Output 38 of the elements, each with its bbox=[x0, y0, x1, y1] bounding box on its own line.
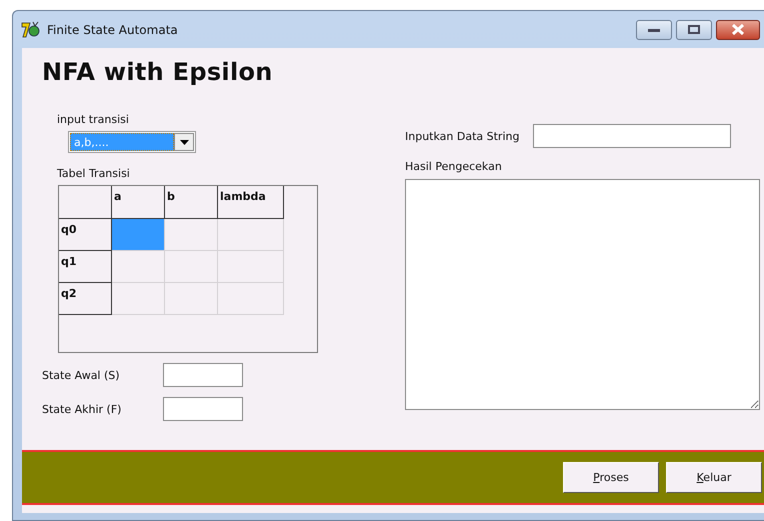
field-label: input transisi bbox=[57, 113, 130, 126]
table-cell[interactable] bbox=[112, 219, 165, 251]
field-label: State Awal (S) bbox=[42, 368, 121, 382]
maximize-button[interactable] bbox=[676, 20, 712, 40]
field-label: State Akhir (F) bbox=[42, 402, 122, 416]
input-field[interactable] bbox=[163, 397, 243, 421]
table-cell[interactable] bbox=[112, 283, 165, 315]
dropdown-value: a,b,.... bbox=[70, 133, 174, 151]
column-header: lambda bbox=[218, 186, 284, 219]
row-header: q1 bbox=[59, 251, 112, 283]
result-text-area[interactable] bbox=[405, 179, 760, 410]
minimize-button[interactable] bbox=[636, 20, 672, 40]
action-button[interactable]: Keluar bbox=[666, 462, 762, 493]
row-header: q0 bbox=[59, 219, 112, 251]
table-cell[interactable] bbox=[165, 283, 218, 315]
table-cell[interactable] bbox=[165, 251, 218, 283]
close-button[interactable] bbox=[716, 20, 760, 40]
input-field[interactable] bbox=[163, 363, 243, 387]
form-heading: NFA with Epsilon bbox=[42, 58, 274, 86]
field-label: Inputkan Data String bbox=[405, 130, 520, 142]
minimize-icon bbox=[648, 26, 660, 32]
app-icon bbox=[21, 20, 41, 38]
corner-header-cell bbox=[59, 186, 112, 219]
table-cell[interactable] bbox=[218, 251, 284, 283]
table-cell[interactable] bbox=[218, 219, 284, 251]
action-button[interactable]: Proses bbox=[563, 462, 659, 493]
row-header: q2 bbox=[59, 283, 112, 315]
table-cell[interactable] bbox=[112, 251, 165, 283]
input-field[interactable] bbox=[533, 124, 732, 148]
table-cell[interactable] bbox=[165, 219, 218, 251]
column-header: b bbox=[165, 186, 218, 219]
table-cell[interactable] bbox=[218, 283, 284, 315]
field-label: Hasil Pengecekan bbox=[405, 160, 503, 173]
window-title: Finite State Automata bbox=[47, 22, 178, 36]
table-label: Tabel Transisi bbox=[57, 167, 131, 180]
close-icon bbox=[731, 24, 745, 35]
maximize-icon bbox=[688, 25, 700, 34]
column-header: a bbox=[112, 186, 165, 219]
